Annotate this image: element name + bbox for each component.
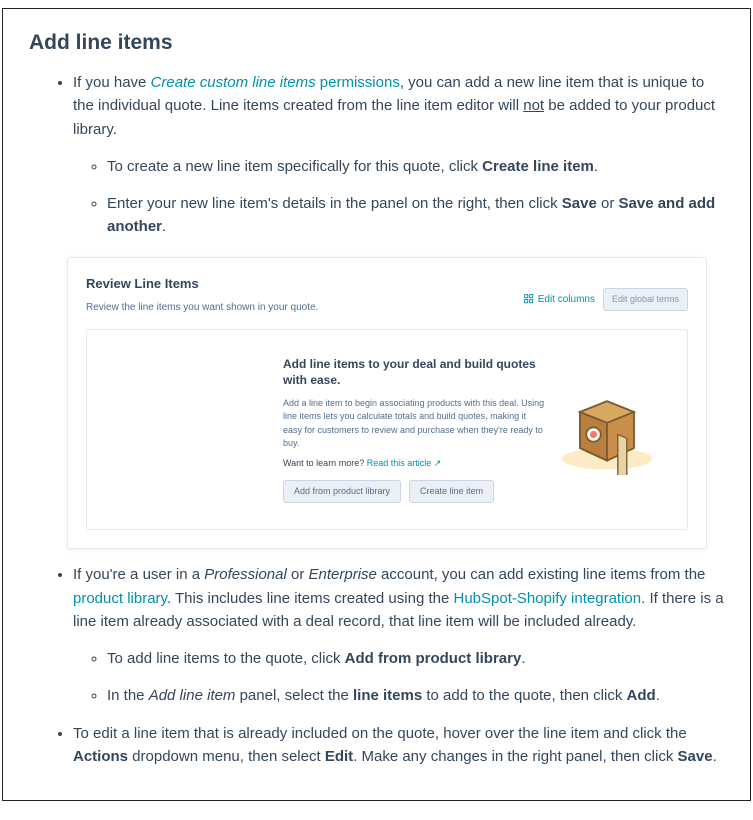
text: . bbox=[594, 158, 598, 175]
sub-list-1: To create a new line item specifically f… bbox=[73, 155, 724, 239]
bullet-edit-line-item: To edit a line item that is already incl… bbox=[73, 722, 724, 769]
read-article-link[interactable]: Read this article ↗ bbox=[367, 458, 442, 468]
bullet-create-custom: If you have Create custom line items per… bbox=[73, 71, 724, 549]
bullet-product-library: If you're a user in a Professional or En… bbox=[73, 563, 724, 707]
edit-columns-label: Edit columns bbox=[538, 292, 595, 308]
italic-professional: Professional bbox=[204, 566, 287, 583]
doc-page: Add line items If you have Create custom… bbox=[2, 8, 751, 801]
bold-create-line-item: Create line item bbox=[482, 158, 594, 175]
text: . bbox=[656, 687, 660, 704]
text: or bbox=[287, 566, 309, 583]
link-rest-part: permissions bbox=[316, 74, 400, 91]
panel-subtitle: Review the line items you want shown in … bbox=[86, 300, 318, 316]
text: . bbox=[521, 650, 525, 667]
permissions-link[interactable]: Create custom line items permissions bbox=[151, 74, 400, 91]
bold-actions: Actions bbox=[73, 748, 128, 765]
create-line-item-button[interactable]: Create line item bbox=[409, 480, 494, 503]
top-list: If you have Create custom line items per… bbox=[29, 71, 724, 768]
not-underline: not bbox=[523, 97, 544, 114]
text: account, you can add existing line items… bbox=[377, 566, 706, 583]
sub-add-line-item-panel: In the Add line item panel, select the l… bbox=[107, 684, 724, 707]
text: . Make any changes in the right panel, t… bbox=[353, 748, 677, 765]
sub-create-line-item: To create a new line item specifically f… bbox=[107, 155, 724, 178]
italic-add-line-item: Add line item bbox=[149, 687, 236, 704]
bold-save: Save bbox=[678, 748, 713, 765]
review-line-items-panel: Review Line Items Review the line items … bbox=[67, 257, 707, 550]
bold-add: Add bbox=[627, 687, 656, 704]
promo-content: Add line items to your deal and build qu… bbox=[283, 356, 547, 503]
bold-edit: Edit bbox=[325, 748, 353, 765]
text: to add to the quote, then click bbox=[422, 687, 626, 704]
promo-desc: Add a line item to begin associating pro… bbox=[283, 397, 547, 451]
edit-columns-link[interactable]: Edit columns bbox=[524, 292, 595, 308]
panel-header: Review Line Items Review the line items … bbox=[86, 274, 688, 316]
box-icon bbox=[552, 385, 662, 475]
text: If you're a user in a bbox=[73, 566, 204, 583]
bold-line-items: line items bbox=[353, 687, 422, 704]
sub-add-from-library: To add line items to the quote, click Ad… bbox=[107, 647, 724, 670]
italic-enterprise: Enterprise bbox=[309, 566, 377, 583]
text: . bbox=[162, 218, 166, 235]
link-text: Read this article bbox=[367, 458, 432, 468]
shopify-integration-link[interactable]: HubSpot-Shopify integration bbox=[453, 590, 641, 607]
text: To add line items to the quote, click bbox=[107, 650, 345, 667]
panel-body: Add line items to your deal and build qu… bbox=[86, 329, 688, 530]
sub-list-2: To add line items to the quote, click Ad… bbox=[73, 647, 724, 708]
bold-add-from-library: Add from product library bbox=[345, 650, 522, 667]
text: To edit a line item that is already incl… bbox=[73, 725, 687, 742]
sub-save: Enter your new line item's details in th… bbox=[107, 192, 724, 239]
link-italic-part: Create custom line items bbox=[151, 74, 316, 91]
text: . This includes line items created using… bbox=[167, 590, 454, 607]
text: To create a new line item specifically f… bbox=[107, 158, 482, 175]
product-library-link[interactable]: product library bbox=[73, 590, 167, 607]
add-from-library-button[interactable]: Add from product library bbox=[283, 480, 401, 503]
text: or bbox=[597, 195, 619, 212]
grid-icon bbox=[524, 294, 534, 304]
text: If you have bbox=[73, 74, 151, 91]
text: In the bbox=[107, 687, 149, 704]
text: Enter your new line item's details in th… bbox=[107, 195, 562, 212]
panel-title: Review Line Items bbox=[86, 274, 318, 294]
promo-learn: Want to learn more? Read this article ↗ bbox=[283, 457, 547, 471]
spacer bbox=[107, 356, 283, 503]
promo-title: Add line items to your deal and build qu… bbox=[283, 356, 547, 388]
text: dropdown menu, then select bbox=[128, 748, 325, 765]
edit-global-terms-button[interactable]: Edit global terms bbox=[603, 288, 688, 312]
text: . bbox=[713, 748, 717, 765]
text: panel, select the bbox=[235, 687, 353, 704]
box-illustration bbox=[547, 356, 667, 503]
external-link-icon: ↗ bbox=[434, 458, 442, 468]
text: Want to learn more? bbox=[283, 458, 367, 468]
bold-save: Save bbox=[562, 195, 597, 212]
page-title: Add line items bbox=[29, 31, 724, 55]
